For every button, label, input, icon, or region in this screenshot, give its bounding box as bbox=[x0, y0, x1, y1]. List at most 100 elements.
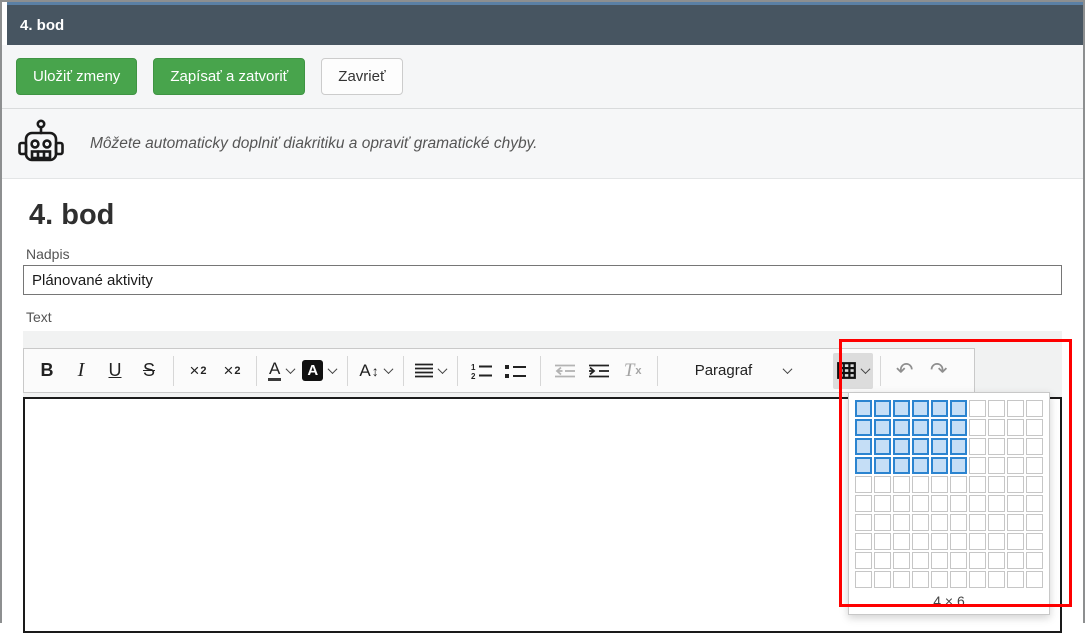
table-size-cell[interactable] bbox=[950, 419, 967, 436]
table-size-cell[interactable] bbox=[969, 476, 986, 493]
table-size-cell[interactable] bbox=[855, 552, 872, 569]
table-size-cell[interactable] bbox=[912, 476, 929, 493]
save-and-close-button[interactable]: Zapísať a zatvoriť bbox=[153, 58, 305, 95]
bold-button[interactable]: B bbox=[30, 353, 64, 389]
table-size-cell[interactable] bbox=[912, 533, 929, 550]
table-size-cell[interactable] bbox=[855, 533, 872, 550]
table-size-cell[interactable] bbox=[893, 400, 910, 417]
bulleted-list-button[interactable] bbox=[499, 353, 533, 389]
table-size-cell[interactable] bbox=[969, 457, 986, 474]
decrease-indent-button[interactable] bbox=[548, 353, 582, 389]
table-size-cell[interactable] bbox=[931, 571, 948, 588]
table-size-cell[interactable] bbox=[988, 533, 1005, 550]
table-size-cell[interactable] bbox=[988, 400, 1005, 417]
save-button[interactable]: Uložiť zmeny bbox=[16, 58, 137, 95]
table-size-cell[interactable] bbox=[969, 438, 986, 455]
italic-button[interactable]: I bbox=[64, 353, 98, 389]
table-size-cell[interactable] bbox=[855, 457, 872, 474]
table-size-cell[interactable] bbox=[874, 514, 891, 531]
table-size-cell[interactable] bbox=[950, 400, 967, 417]
table-size-cell[interactable] bbox=[950, 457, 967, 474]
table-size-cell[interactable] bbox=[893, 495, 910, 512]
table-size-cell[interactable] bbox=[1026, 552, 1043, 569]
superscript-button[interactable]: ×2 bbox=[181, 353, 215, 389]
table-size-cell[interactable] bbox=[931, 476, 948, 493]
table-size-cell[interactable] bbox=[912, 571, 929, 588]
table-size-cell[interactable] bbox=[874, 533, 891, 550]
table-size-cell[interactable] bbox=[931, 495, 948, 512]
table-size-cell[interactable] bbox=[912, 552, 929, 569]
table-size-cell[interactable] bbox=[855, 495, 872, 512]
table-size-cell[interactable] bbox=[1007, 457, 1024, 474]
table-size-cell[interactable] bbox=[893, 419, 910, 436]
insert-table-button[interactable] bbox=[833, 353, 873, 389]
table-size-cell[interactable] bbox=[855, 438, 872, 455]
table-size-cell[interactable] bbox=[912, 495, 929, 512]
table-size-cell[interactable] bbox=[874, 457, 891, 474]
table-size-cell[interactable] bbox=[988, 438, 1005, 455]
alignment-button[interactable] bbox=[411, 353, 450, 389]
table-size-cell[interactable] bbox=[874, 571, 891, 588]
table-size-cell[interactable] bbox=[988, 552, 1005, 569]
table-size-cell[interactable] bbox=[1026, 533, 1043, 550]
undo-button[interactable]: ↶ bbox=[888, 353, 922, 389]
table-size-cell[interactable] bbox=[969, 400, 986, 417]
increase-indent-button[interactable] bbox=[582, 353, 616, 389]
table-size-cell[interactable] bbox=[969, 419, 986, 436]
table-size-cell[interactable] bbox=[931, 514, 948, 531]
table-size-cell[interactable] bbox=[874, 552, 891, 569]
table-size-cell[interactable] bbox=[1026, 400, 1043, 417]
font-size-button[interactable]: A↕ bbox=[355, 353, 395, 389]
table-size-cell[interactable] bbox=[988, 495, 1005, 512]
table-size-cell[interactable] bbox=[893, 533, 910, 550]
table-size-cell[interactable] bbox=[1007, 476, 1024, 493]
table-size-cell[interactable] bbox=[950, 438, 967, 455]
table-size-grid[interactable] bbox=[854, 399, 1044, 589]
table-size-cell[interactable] bbox=[1026, 419, 1043, 436]
table-size-cell[interactable] bbox=[931, 400, 948, 417]
table-size-cell[interactable] bbox=[874, 400, 891, 417]
table-size-cell[interactable] bbox=[950, 533, 967, 550]
table-size-cell[interactable] bbox=[1026, 457, 1043, 474]
table-size-cell[interactable] bbox=[1007, 400, 1024, 417]
table-size-cell[interactable] bbox=[855, 476, 872, 493]
table-size-cell[interactable] bbox=[931, 457, 948, 474]
table-size-cell[interactable] bbox=[988, 571, 1005, 588]
table-size-cell[interactable] bbox=[988, 457, 1005, 474]
table-size-cell[interactable] bbox=[931, 533, 948, 550]
underline-button[interactable]: U bbox=[98, 353, 132, 389]
table-size-cell[interactable] bbox=[931, 419, 948, 436]
table-size-cell[interactable] bbox=[988, 476, 1005, 493]
table-size-cell[interactable] bbox=[893, 476, 910, 493]
table-size-cell[interactable] bbox=[1026, 438, 1043, 455]
table-size-cell[interactable] bbox=[1007, 495, 1024, 512]
nadpis-input[interactable] bbox=[23, 265, 1062, 295]
table-size-cell[interactable] bbox=[931, 552, 948, 569]
table-size-cell[interactable] bbox=[912, 400, 929, 417]
table-size-cell[interactable] bbox=[969, 571, 986, 588]
table-size-cell[interactable] bbox=[893, 457, 910, 474]
table-size-cell[interactable] bbox=[1026, 495, 1043, 512]
table-size-cell[interactable] bbox=[1007, 438, 1024, 455]
paragraph-style-dropdown[interactable]: Paragraf bbox=[691, 353, 813, 389]
table-size-cell[interactable] bbox=[988, 514, 1005, 531]
table-size-cell[interactable] bbox=[874, 495, 891, 512]
table-size-cell[interactable] bbox=[874, 419, 891, 436]
table-size-cell[interactable] bbox=[1007, 419, 1024, 436]
numbered-list-button[interactable]: 1 2 bbox=[465, 353, 499, 389]
table-size-cell[interactable] bbox=[893, 552, 910, 569]
table-size-cell[interactable] bbox=[893, 571, 910, 588]
table-size-cell[interactable] bbox=[950, 495, 967, 512]
strikethrough-button[interactable]: S bbox=[132, 353, 166, 389]
table-size-cell[interactable] bbox=[931, 438, 948, 455]
table-size-cell[interactable] bbox=[855, 571, 872, 588]
table-size-cell[interactable] bbox=[855, 419, 872, 436]
table-size-cell[interactable] bbox=[1026, 476, 1043, 493]
table-size-cell[interactable] bbox=[1007, 552, 1024, 569]
table-size-cell[interactable] bbox=[912, 419, 929, 436]
table-size-cell[interactable] bbox=[1026, 571, 1043, 588]
table-size-cell[interactable] bbox=[912, 514, 929, 531]
table-size-cell[interactable] bbox=[1026, 514, 1043, 531]
table-size-cell[interactable] bbox=[969, 514, 986, 531]
table-size-cell[interactable] bbox=[1007, 533, 1024, 550]
